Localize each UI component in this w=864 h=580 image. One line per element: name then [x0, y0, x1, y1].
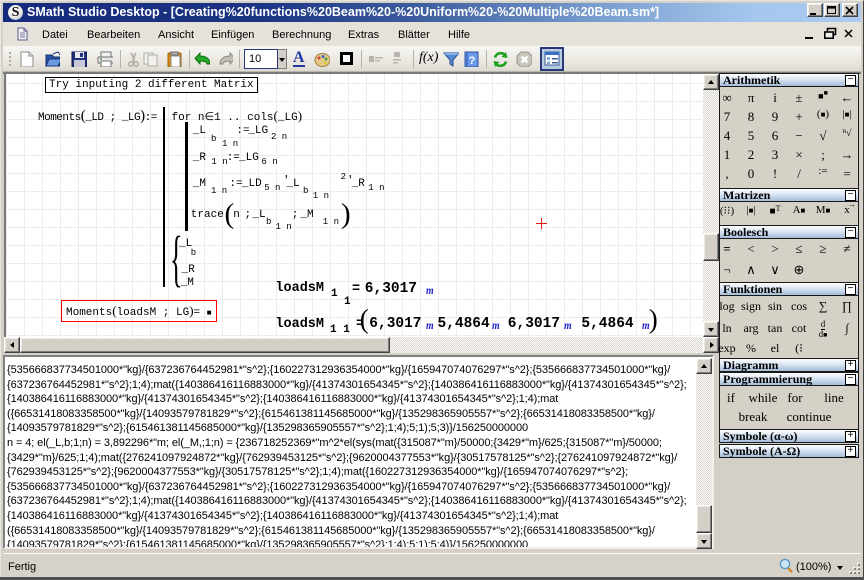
svg-text:?: ?: [469, 55, 476, 67]
